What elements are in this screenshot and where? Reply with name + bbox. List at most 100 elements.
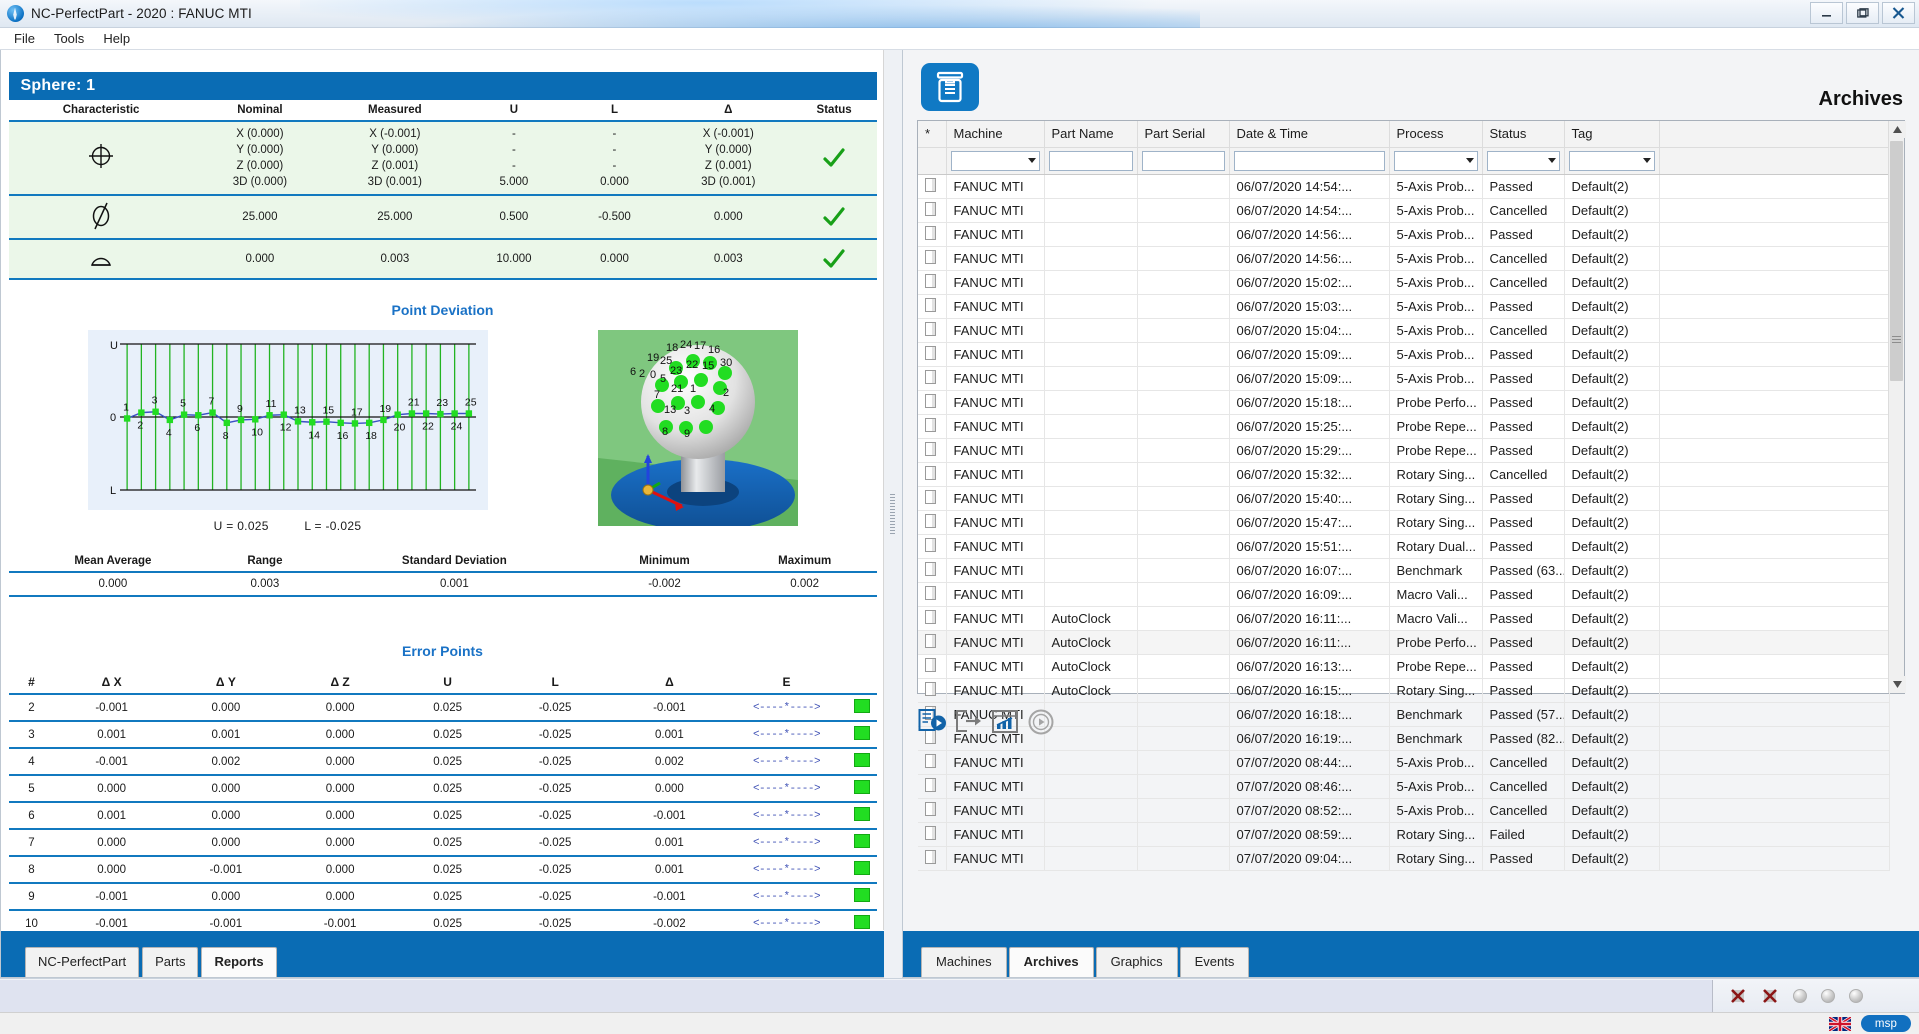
row-select-checkbox[interactable] [925,489,936,504]
row-select-checkbox[interactable] [925,681,936,696]
col-tag[interactable]: Tag [1564,121,1660,148]
tab-machines[interactable]: Machines [921,947,1007,977]
table-row[interactable]: FANUC MTI 06/07/2020 15:40:... Rotary Sing… [918,486,1890,511]
row-select-checkbox[interactable] [925,633,936,648]
panel-splitter[interactable] [884,50,902,978]
filter-part-serial[interactable] [1137,147,1230,175]
row-selector[interactable] [918,462,947,487]
row-select-checkbox[interactable] [925,513,936,528]
filter-date-time[interactable] [1229,147,1390,175]
grey-orb-icon[interactable] [1793,988,1807,1003]
maximize-button[interactable] [1846,2,1879,24]
scroll-down-arrow-icon[interactable] [1889,676,1906,693]
row-select-checkbox[interactable] [925,393,936,408]
table-row[interactable]: 9 -0.001 0.000 0.000 0.025 -0.025 -0.001 <----*… [8,883,877,911]
filter-tag[interactable] [1564,147,1660,175]
table-row[interactable]: FANUC MTI 06/07/2020 15:09:... 5-Axis Prob… [918,366,1890,391]
chevron-down-icon[interactable] [1547,157,1556,163]
col-process[interactable]: Process [1389,121,1483,148]
grey-orb-icon[interactable] [1849,988,1863,1003]
col-date-time[interactable]: Date & Time [1229,121,1390,148]
row-selector[interactable] [918,654,947,679]
filter-status[interactable] [1482,147,1565,175]
table-row[interactable]: FANUC MTI AutoClock 06/07/2020 16:15:... Ro… [918,678,1890,703]
row-select-checkbox[interactable] [925,321,936,336]
grey-orb-icon[interactable] [1821,988,1835,1003]
row-select-checkbox[interactable] [925,273,936,288]
row-select-checkbox[interactable] [925,177,936,192]
table-row[interactable]: X (0.000) Y (0.000) Z (0.000) 3D (0.000)… [8,121,877,196]
tab-archives[interactable]: Archives [1008,947,1094,977]
archives-scrollbar[interactable] [1888,121,1906,693]
row-select-checkbox[interactable] [925,345,936,360]
table-row[interactable]: FANUC MTI AutoClock 06/07/2020 16:13:... Pr… [918,654,1890,679]
row-select-checkbox[interactable] [925,441,936,456]
row-selector[interactable] [918,534,947,559]
table-row[interactable]: 6 0.001 0.000 0.000 0.025 -0.025 -0.001 <----*-… [8,802,877,830]
row-select-checkbox[interactable] [925,657,936,672]
sphere-3d-view[interactable]: 18 24 17 16 19 25 22 15 30 620 5 23 7 21 1 2 13 3 4… [597,330,798,526]
table-row[interactable]: FANUC MTI 06/07/2020 14:54:... 5-Axis Prob… [918,198,1890,223]
row-select-checkbox[interactable] [925,849,936,864]
menu-file[interactable]: File [6,29,43,48]
row-select-checkbox[interactable] [925,465,936,480]
table-row[interactable]: FANUC MTI 06/07/2020 16:07:... Benchmark Pa… [918,558,1890,583]
row-select-checkbox[interactable] [925,753,936,768]
row-select-checkbox[interactable] [925,369,936,384]
table-row[interactable]: FANUC MTI 06/07/2020 15:03:... 5-Axis Prob… [918,294,1890,319]
red-cross-icon[interactable] [1761,987,1779,1005]
row-selector[interactable] [918,798,947,823]
table-row[interactable]: FANUC MTI 06/07/2020 14:54:... 5-Axis Prob… [918,174,1890,199]
chevron-down-icon[interactable] [1465,157,1474,163]
row-selector[interactable] [918,606,947,631]
col-status[interactable]: Status [1482,121,1565,148]
table-row[interactable]: FANUC MTI 06/07/2020 15:32:... Rotary Sing… [918,462,1890,487]
row-selector[interactable] [918,558,947,583]
table-row[interactable]: FANUC MTI 06/07/2020 15:09:... 5-Axis Prob… [918,342,1890,367]
chevron-down-icon[interactable] [1027,157,1036,163]
close-button[interactable] [1882,2,1915,24]
table-row[interactable]: 10 -0.001 -0.001 -0.001 0.025 -0.025 -0.002 <--… [8,910,877,930]
table-row[interactable]: FANUC MTI 07/07/2020 08:59:... Rotary Sing… [918,822,1890,847]
row-select-checkbox[interactable] [925,249,936,264]
row-select-checkbox[interactable] [925,825,936,840]
table-row[interactable]: FANUC MTI 06/07/2020 16:09:... Macro Vali.… [918,582,1890,607]
table-row[interactable]: FANUC MTI 06/07/2020 15:29:... Probe Repe.… [918,438,1890,463]
col-part-name[interactable]: Part Name [1044,121,1138,148]
table-row[interactable]: 25.000 25.000 0.500 -0.500 0.000 [8,195,877,240]
row-selector[interactable] [918,294,947,319]
row-selector[interactable] [918,438,947,463]
row-selector[interactable] [918,318,947,343]
row-select-checkbox[interactable] [925,609,936,624]
table-row[interactable]: FANUC MTI 06/07/2020 15:47:... Rotary Sing… [918,510,1890,535]
row-selector[interactable] [918,222,947,247]
table-row[interactable]: 2 -0.001 0.000 0.000 0.025 -0.025 -0.001 <----*… [8,694,877,722]
tab-reports[interactable]: Reports [201,947,277,977]
table-row[interactable]: FANUC MTI 07/07/2020 09:04:... Rotary Sing… [918,846,1890,871]
red-cross-icon[interactable] [1729,987,1747,1005]
table-row[interactable]: FANUC MTI 06/07/2020 15:02:... 5-Axis Prob… [918,270,1890,295]
table-row[interactable]: 5 0.000 0.000 0.000 0.025 -0.025 0.000 <----*--… [8,775,877,803]
row-selector[interactable] [918,342,947,367]
table-row[interactable]: 4 -0.001 0.002 0.000 0.025 -0.025 0.002 <----*-… [8,748,877,776]
table-row[interactable]: FANUC MTI 07/07/2020 08:46:... 5-Axis Prob… [918,774,1890,799]
scrollbar-thumb[interactable] [1890,141,1903,381]
col-select-all[interactable]: * [918,121,947,148]
tab-events[interactable]: Events [1179,947,1250,977]
table-row[interactable]: FANUC MTI 07/07/2020 08:44:... 5-Axis Prob… [918,750,1890,775]
table-row[interactable]: FANUC MTI 06/07/2020 15:51:... Rotary Dual… [918,534,1890,559]
row-select-checkbox[interactable] [925,561,936,576]
table-row[interactable]: 3 0.001 0.001 0.000 0.025 -0.025 0.001 <----*--… [8,721,877,749]
transfer-right-icon[interactable] [953,706,985,738]
row-select-checkbox[interactable] [925,537,936,552]
row-selector[interactable] [918,270,947,295]
row-select-checkbox[interactable] [925,201,936,216]
tab-parts[interactable]: Parts [142,947,199,977]
uk-flag-icon[interactable] [1828,1015,1852,1032]
tab-nc-perfectpart[interactable]: NC-PerfectPart [25,947,140,977]
table-row[interactable]: 8 0.000 -0.001 0.000 0.025 -0.025 0.001 <----*-… [8,856,877,884]
table-row[interactable]: FANUC MTI 06/07/2020 14:56:... 5-Axis Prob… [918,222,1890,247]
row-selector[interactable] [918,198,947,223]
menu-help[interactable]: Help [95,29,138,48]
scroll-up-arrow-icon[interactable] [1889,121,1906,138]
